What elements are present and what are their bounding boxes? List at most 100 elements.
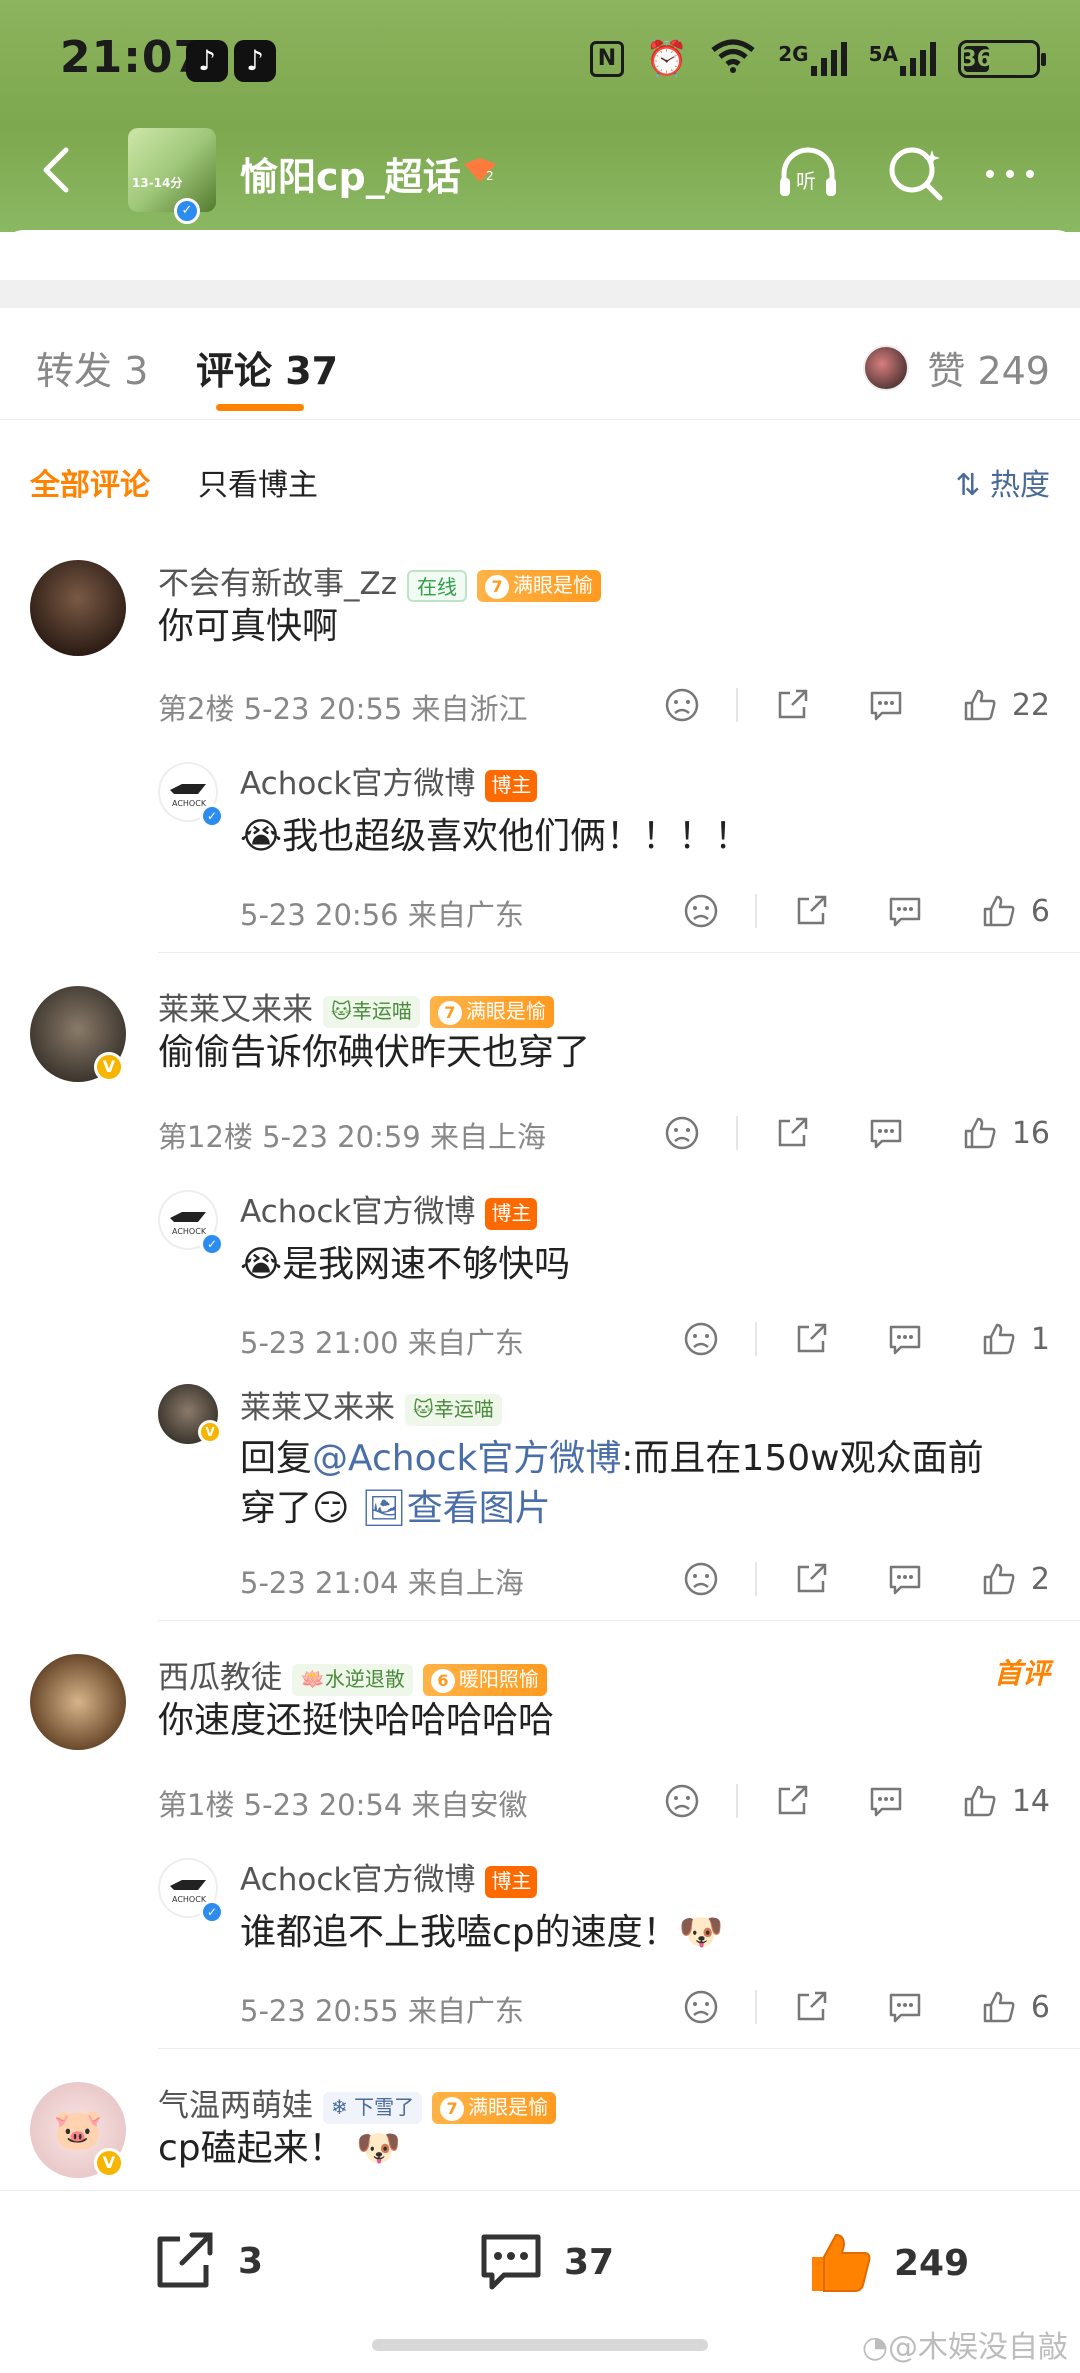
dislike-button[interactable]	[664, 687, 700, 723]
listen-icon[interactable]: 听	[776, 144, 836, 204]
reply-button[interactable]	[868, 1115, 904, 1151]
reply-button[interactable]	[887, 893, 923, 929]
back-icon[interactable]	[30, 142, 86, 198]
tab-repost[interactable]: 转发 3	[36, 340, 148, 395]
comment-text: 你可真快啊	[158, 606, 339, 647]
share-button[interactable]	[774, 1783, 810, 1819]
tab-comments[interactable]: 评论 37	[196, 340, 338, 395]
reply-meta: 5-23 20:55 来自广东	[240, 1994, 524, 2028]
reply-meta: 5-23 21:00 来自广东	[240, 1326, 524, 1360]
wifi-icon	[710, 38, 756, 80]
reply-button[interactable]	[887, 1989, 923, 2025]
repost-button[interactable]: 3	[152, 2231, 263, 2291]
verified-badge-icon: V	[198, 1420, 222, 1444]
fan-level-number: 7	[437, 1000, 462, 1025]
avatar[interactable]	[30, 560, 126, 656]
like-button[interactable]: 22	[962, 687, 1050, 723]
share-button[interactable]	[774, 687, 810, 723]
like-button[interactable]: 16	[962, 1115, 1050, 1151]
comment-button[interactable]: 37	[478, 2231, 614, 2293]
weibo-logo-icon: ◔	[861, 2330, 888, 2365]
comment-icon	[889, 1565, 921, 1595]
filter-all-comments[interactable]: 全部评论	[30, 460, 150, 504]
top-nav: 13-14分 ✓ 愉阳cp_超话 2 听	[0, 120, 1080, 224]
filter-host-only[interactable]: 只看博主	[198, 460, 318, 504]
fan-level-number: 7	[485, 574, 510, 599]
verified-badge-icon: ✓	[174, 198, 200, 224]
reply-button[interactable]	[868, 1783, 904, 1819]
comment-actions: 14	[664, 1776, 1050, 1826]
dislike-button[interactable]	[683, 1989, 719, 2025]
more-icon[interactable]	[980, 144, 1040, 204]
view-image-link[interactable]: 🖼查看图片	[361, 1488, 551, 1529]
liker-avatar	[863, 344, 910, 391]
like-button[interactable]: 6	[981, 893, 1050, 929]
like-count: 16	[1011, 1115, 1050, 1151]
reply-meta: 5-23 21:04 来自上海	[240, 1566, 524, 1600]
crying-emoji-icon: 😭	[240, 1244, 283, 1285]
topic-thumbnail[interactable]: 13-14分	[128, 128, 216, 212]
reply-author-name: 莱莱又来来	[240, 1390, 395, 1426]
comment-author[interactable]: 莱莱又来来 🐱幸运喵 7 满眼是愉	[158, 984, 554, 1029]
network-2g-label: 2G	[778, 42, 809, 66]
share-icon	[797, 1323, 827, 1353]
reply-author[interactable]: Achock官方微博 博主	[240, 1186, 538, 1231]
like-button[interactable]: 1	[981, 1321, 1050, 1357]
share-icon	[778, 689, 808, 719]
like-button[interactable]: 6	[981, 1989, 1050, 2025]
reply-button[interactable]	[887, 1561, 923, 1597]
reply-author[interactable]: Achock官方微博 博主	[240, 758, 538, 803]
dislike-icon	[684, 894, 718, 928]
comment-author[interactable]: 不会有新故事_Zz 在线 7 满眼是愉	[158, 558, 602, 603]
dislike-button[interactable]	[664, 1115, 700, 1151]
topic-thumbnail-text: 13-14分	[132, 176, 183, 190]
share-button[interactable]	[793, 1561, 829, 1597]
verified-badge-icon: V	[94, 1052, 124, 1082]
verified-badge-icon: ✓	[200, 1232, 224, 1256]
comment-author-name: 不会有新故事_Zz	[158, 566, 398, 602]
share-button[interactable]	[793, 893, 829, 929]
comment-divider	[158, 1620, 1080, 1621]
share-icon	[797, 1563, 827, 1593]
action-separator	[735, 688, 738, 722]
svg-text:听: 听	[796, 169, 816, 193]
dislike-button[interactable]	[683, 893, 719, 929]
tab-likes[interactable]: 赞 249	[863, 340, 1050, 395]
super-topic-badge-icon: 2	[460, 154, 500, 186]
reply-button[interactable]	[887, 1321, 923, 1357]
search-icon[interactable]	[886, 144, 946, 204]
home-indicator[interactable]	[372, 2339, 708, 2351]
sort-icon: ⇅	[955, 468, 981, 503]
like-button[interactable]: 249	[808, 2231, 969, 2295]
reply-author[interactable]: 莱莱又来来 🐱幸运喵	[240, 1382, 502, 1427]
page-title[interactable]: 愉阳cp_超话	[240, 146, 461, 201]
like-button[interactable]: 14	[962, 1783, 1050, 1819]
host-badge: 博主	[485, 769, 538, 802]
share-button[interactable]	[793, 1321, 829, 1357]
thumbs-up-icon	[983, 1323, 1015, 1355]
dislike-icon	[684, 1990, 718, 2024]
dislike-button[interactable]	[664, 1783, 700, 1819]
share-button[interactable]	[793, 1989, 829, 2025]
reply-prefix: 回复	[240, 1438, 313, 1479]
comment-author[interactable]: 西瓜教徒 🪷水逆退散 6 暖阳照愉	[158, 1652, 547, 1697]
like-button[interactable]: 2	[981, 1561, 1050, 1597]
reply-author[interactable]: Achock官方微博 博主	[240, 1854, 538, 1899]
sort-by-hot[interactable]: ⇅ 热度	[955, 460, 1050, 504]
avatar[interactable]	[30, 1654, 126, 1750]
share-button[interactable]	[774, 1115, 810, 1151]
dislike-button[interactable]	[683, 1561, 719, 1597]
dislike-button[interactable]	[683, 1321, 719, 1357]
comment-author[interactable]: 气温两萌娃 ❄ 下雪了 7 满眼是愉	[158, 2080, 557, 2125]
reply-button[interactable]	[868, 687, 904, 723]
comment-author-name: 西瓜教徒	[158, 1660, 282, 1696]
fan-level-label: 满眼是愉	[468, 2094, 549, 2119]
comment-actions: 22	[664, 680, 1050, 730]
fan-level-badge: 7 满眼是愉	[477, 569, 602, 602]
snow-badge-label: 下雪了	[354, 2094, 415, 2119]
fan-level-label: 暖阳照愉	[458, 1666, 539, 1691]
network-2g: 2G	[778, 42, 847, 76]
svg-text:ACHOCK: ACHOCK	[172, 1895, 207, 1904]
mention-link[interactable]: @Achock官方微博	[312, 1438, 621, 1479]
network-5a-label: 5A	[868, 42, 898, 66]
